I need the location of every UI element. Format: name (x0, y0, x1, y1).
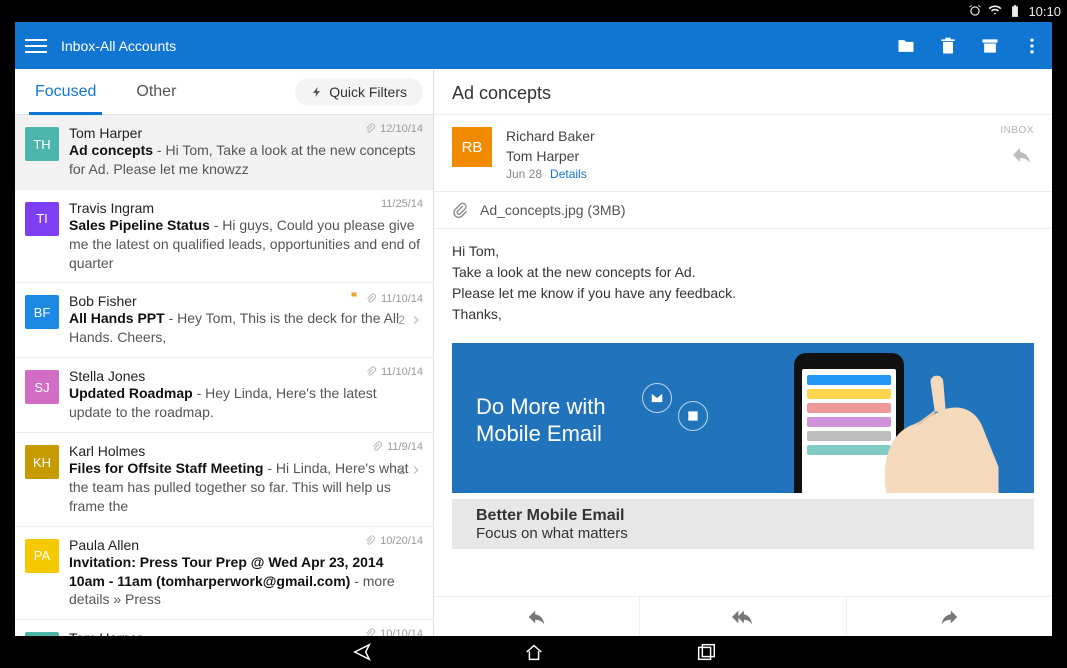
email-date: 10/10/14 (380, 628, 423, 636)
avatar: TH (25, 127, 59, 161)
email-sender: Karl Holmes (69, 443, 421, 459)
email-subject: Invitation: Press Tour Prep @ Wed Apr 23… (69, 554, 383, 589)
email-subject: Updated Roadmap (69, 385, 193, 401)
email-subject: Sales Pipeline Status (69, 217, 210, 233)
email-subject: Ad concepts (69, 142, 153, 158)
email-item[interactable]: BFBob FisherAll Hands PPT - Hey Tom, Thi… (15, 283, 433, 358)
folder-label: INBOX (1000, 125, 1034, 136)
sender-avatar: RB (452, 127, 492, 167)
email-date: 10/20/14 (380, 535, 423, 547)
thread-count: 2 (398, 313, 405, 327)
mail-subject: Ad concepts (452, 83, 1034, 104)
email-date: 11/9/14 (387, 441, 423, 453)
email-date: 11/10/14 (381, 366, 423, 378)
avatar: BF (25, 295, 59, 329)
email-item[interactable]: THTom HarperFwd: Key Customer Tour - FYI… (15, 620, 433, 636)
battery-icon (1008, 4, 1022, 18)
mail-date: Jun 28 (506, 167, 542, 181)
folder-icon[interactable] (896, 36, 916, 56)
forward-action[interactable] (847, 597, 1052, 636)
wifi-icon (988, 4, 1002, 18)
avatar: KH (25, 445, 59, 479)
status-bar: 10:10 (968, 0, 1061, 22)
trash-icon[interactable] (938, 36, 958, 56)
home-button[interactable] (523, 641, 545, 663)
attachment-name: Ad_concepts.jpg (3MB) (480, 202, 626, 218)
tab-other[interactable]: Other (116, 69, 196, 114)
reply-action[interactable] (434, 597, 640, 636)
overflow-icon[interactable] (1022, 36, 1042, 56)
email-item[interactable]: SJStella JonesUpdated Roadmap - Hey Lind… (15, 358, 433, 433)
to-name: Tom Harper (506, 147, 595, 167)
thread-count: 2 (398, 463, 405, 477)
quick-filters-label: Quick Filters (329, 84, 407, 100)
message-body: Hi Tom, Take a look at the new concepts … (434, 229, 1052, 337)
email-date: 12/10/14 (380, 123, 423, 135)
hand-illustration (854, 363, 1024, 493)
avatar: SJ (25, 370, 59, 404)
paperclip-icon (452, 202, 468, 218)
email-item[interactable]: THTom HarperAd concepts - Hi Tom, Take a… (15, 115, 433, 190)
message-list-pane: Focused Other Quick Filters THTom Harper… (15, 69, 434, 636)
archive-icon[interactable] (980, 36, 1000, 56)
email-item[interactable]: PAPaula AllenInvitation: Press Tour Prep… (15, 527, 433, 621)
action-bar: Inbox-All Accounts (15, 22, 1052, 69)
promo-image: Do More withMobile Email (452, 343, 1034, 549)
email-item[interactable]: TITravis IngramSales Pipeline Status - H… (15, 190, 433, 284)
recents-button[interactable] (695, 641, 717, 663)
email-date: 11/10/14 (381, 293, 423, 305)
clock-time: 10:10 (1028, 4, 1061, 19)
avatar: TI (25, 202, 59, 236)
back-button[interactable] (351, 641, 373, 663)
attachment-row[interactable]: Ad_concepts.jpg (3MB) (434, 192, 1052, 229)
from-name: Richard Baker (506, 127, 595, 147)
email-subject: All Hands PPT (69, 310, 165, 326)
reply-all-action[interactable] (640, 597, 846, 636)
email-subject: Files for Offsite Staff Meeting (69, 460, 263, 476)
lightning-icon (311, 86, 323, 98)
alarm-icon (968, 4, 982, 18)
tab-focused[interactable]: Focused (15, 69, 116, 114)
reading-pane: Ad concepts RB Richard Baker Tom Harper … (434, 69, 1052, 636)
email-sender: Travis Ingram (69, 200, 421, 216)
avatar: PA (25, 539, 59, 573)
details-link[interactable]: Details (550, 167, 587, 181)
email-item[interactable]: KH Karl HolmesFiles for Offsite Staff Mee… (15, 433, 433, 527)
android-navbar (0, 636, 1067, 668)
quick-filters-button[interactable]: Quick Filters (295, 78, 423, 106)
actionbar-title: Inbox-All Accounts (61, 38, 896, 54)
menu-button[interactable] (25, 35, 47, 57)
email-date: 11/25/14 (381, 198, 423, 210)
reply-button[interactable] (1010, 143, 1034, 172)
